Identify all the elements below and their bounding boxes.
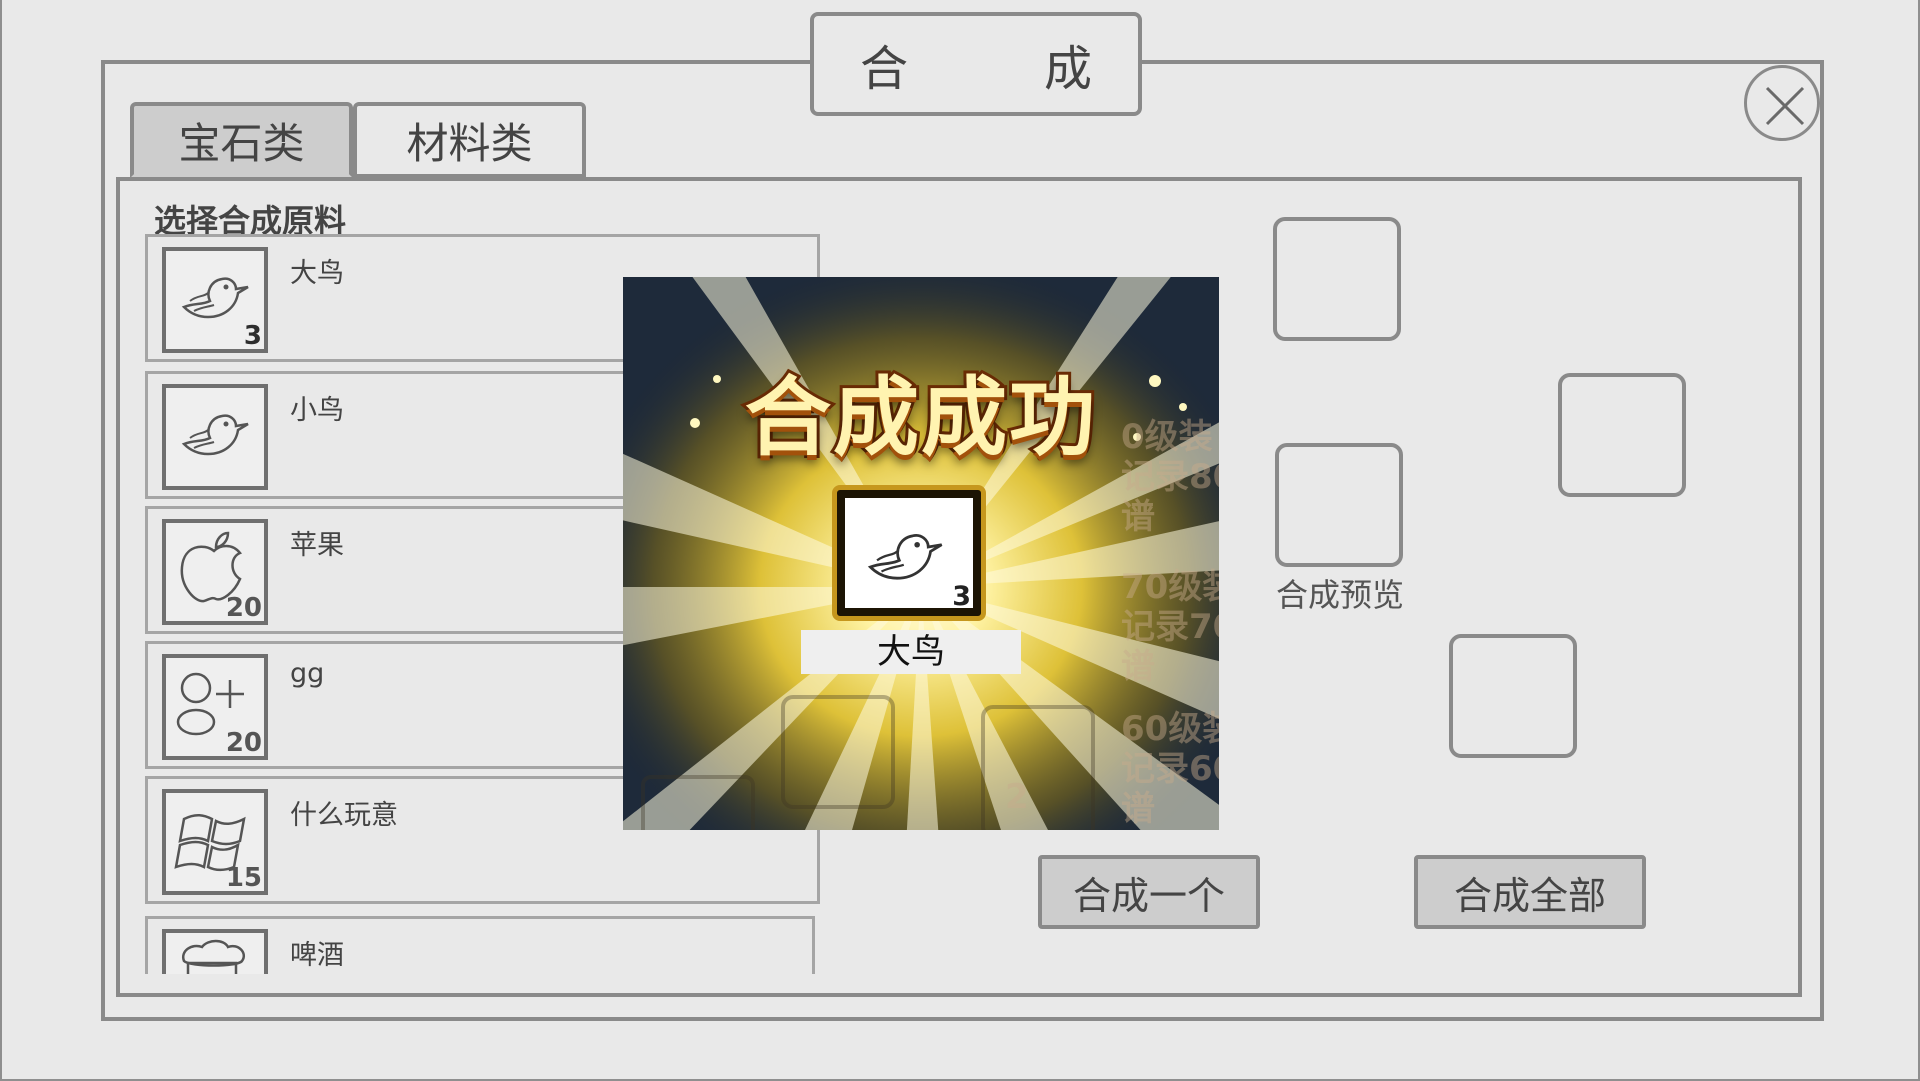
material-slot-bottom[interactable] <box>1449 634 1577 758</box>
background-label-line: 谱 <box>1121 647 1155 687</box>
item-name: 啤酒 <box>290 940 344 971</box>
tab-gems[interactable]: 宝石类 <box>130 102 353 178</box>
close-icon <box>1765 86 1805 126</box>
background-label-line: 70级装 <box>1121 567 1219 607</box>
item-slot: 15 <box>162 789 268 895</box>
bird-icon <box>867 534 943 580</box>
list-item[interactable]: 啤酒 <box>145 916 815 974</box>
item-count: 15 <box>225 863 262 893</box>
synthesis-success-popup[interactable]: 0级装 记录80 谱 70级装 记录70 谱 60级装 记录60 谱 2 合成成… <box>623 277 1219 830</box>
craft-all-button[interactable]: 合成全部 <box>1414 855 1646 929</box>
background-label-line: 记录60 <box>1121 749 1219 789</box>
bird-icon <box>181 414 249 456</box>
item-name: 什么玩意 <box>290 800 398 831</box>
material-slot-top[interactable] <box>1273 217 1401 341</box>
craft-one-button[interactable]: 合成一个 <box>1038 855 1260 929</box>
background-badge: 2 <box>1005 777 1029 817</box>
result-item-count: 3 <box>952 581 971 612</box>
item-count: 20 <box>225 593 262 623</box>
background-label-line: 记录70 <box>1121 607 1219 647</box>
material-slot-right[interactable] <box>1558 373 1686 497</box>
item-count: 20 <box>225 728 262 758</box>
tab-materials[interactable]: 材料类 <box>353 102 586 178</box>
success-title: 合成成功 <box>742 365 1098 471</box>
background-label-line: 谱 <box>1121 789 1155 829</box>
window-title: 合 成 <box>810 12 1142 116</box>
preview-slot <box>1275 443 1403 567</box>
background-label: 60级装 记录60 谱 <box>1121 709 1219 829</box>
item-slot <box>162 929 268 974</box>
preview-label: 合成预览 <box>1276 576 1405 614</box>
item-slot: 3 <box>162 247 268 353</box>
item-count: 3 <box>243 321 262 351</box>
background-label: 70级装 记录70 谱 <box>1121 567 1219 687</box>
close-button[interactable] <box>1744 65 1820 141</box>
result-item-name: 大鸟 <box>801 630 1021 674</box>
item-name: gg <box>290 658 325 689</box>
result-item-slot: 3 <box>832 485 986 621</box>
item-slot: 20 <box>162 519 268 625</box>
beer-icon <box>181 939 245 974</box>
background-label-line: 60级装 <box>1121 709 1219 749</box>
item-name: 大鸟 <box>290 258 344 289</box>
item-slot: 20 <box>162 654 268 760</box>
item-name: 苹果 <box>290 530 344 561</box>
background-label-line: 谱 <box>1121 497 1155 537</box>
item-slot <box>162 384 268 490</box>
item-name: 小鸟 <box>290 395 344 426</box>
